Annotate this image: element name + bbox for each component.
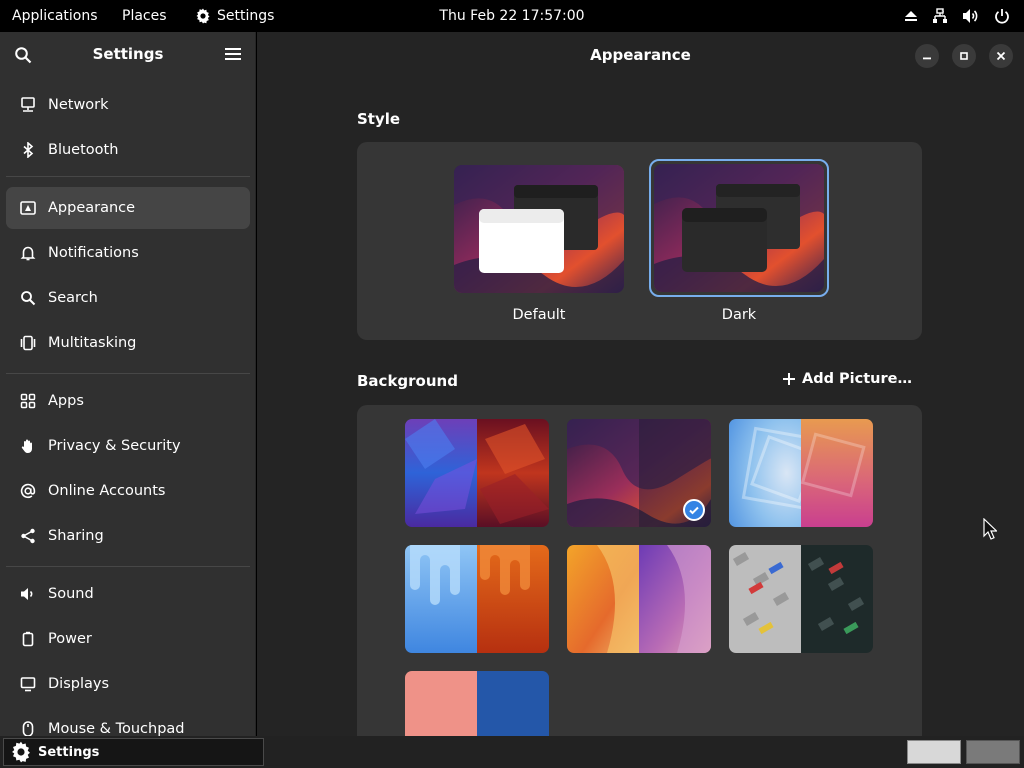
background-thumbnail[interactable] [405, 419, 549, 527]
sidebar-item-displays[interactable]: Displays [6, 663, 250, 705]
background-thumbnail[interactable] [729, 545, 873, 653]
sidebar-item-power[interactable]: Power [6, 618, 250, 660]
background-thumbnail[interactable] [729, 419, 873, 527]
sidebar-item-label: Privacy & Security [48, 438, 181, 454]
appearance-icon [18, 200, 38, 216]
gear-icon [12, 741, 30, 763]
sidebar-item-search[interactable]: Search [6, 277, 250, 319]
sidebar-item-label: Network [48, 97, 109, 113]
style-option-dark-label: Dark [721, 307, 757, 323]
style-option-dark[interactable] [654, 164, 824, 292]
close-button[interactable] [989, 44, 1013, 68]
system-tray[interactable]: ? [904, 0, 1010, 32]
sidebar: Settings Network Bluetooth Appearance No… [0, 32, 256, 736]
sidebar-item-multitasking[interactable]: Multitasking [6, 322, 250, 364]
background-thumbnail[interactable] [567, 545, 711, 653]
app-menu-label: Settings [217, 8, 275, 24]
sidebar-item-privacy[interactable]: Privacy & Security [6, 425, 250, 467]
eject-icon[interactable] [904, 9, 918, 23]
sidebar-item-sharing[interactable]: Sharing [6, 515, 250, 557]
sidebar-item-bluetooth[interactable]: Bluetooth [6, 129, 250, 171]
sidebar-item-label: Online Accounts [48, 483, 166, 499]
sidebar-item-label: Power [48, 631, 92, 647]
style-section-label: Style [357, 110, 401, 128]
mouse-cursor-icon [983, 518, 997, 540]
sidebar-item-label: Search [48, 290, 98, 306]
search-icon [18, 290, 38, 306]
style-card: Default Dark [357, 142, 922, 340]
display-icon [18, 676, 38, 692]
background-thumbnail-selected[interactable] [567, 419, 711, 527]
sidebar-item-label: Notifications [48, 245, 139, 261]
sidebar-item-label: Mouse & Touchpad [48, 721, 185, 736]
main-panel: Appearance Style Default Dark Background… [257, 32, 1024, 736]
background-card [357, 405, 922, 736]
sidebar-divider [6, 176, 250, 177]
sidebar-item-sound[interactable]: Sound [6, 573, 250, 615]
sidebar-item-online-accounts[interactable]: Online Accounts [6, 470, 250, 512]
speaker-icon [18, 586, 38, 602]
sidebar-title: Settings [92, 45, 164, 63]
taskbar: Settings [0, 736, 1024, 768]
background-thumbnail[interactable] [405, 545, 549, 653]
mouse-icon [18, 721, 38, 736]
sidebar-header: Settings [0, 32, 255, 78]
battery-icon [18, 631, 38, 647]
places-menu[interactable]: Places [122, 0, 167, 32]
sidebar-item-apps[interactable]: Apps [6, 380, 250, 422]
apps-icon [18, 393, 38, 409]
checkmark-icon [683, 499, 705, 521]
applications-menu[interactable]: Applications [12, 0, 98, 32]
top-bar: Applications Places Settings Thu Feb 22 … [0, 0, 1024, 32]
gear-icon [196, 8, 210, 24]
sidebar-item-label: Sound [48, 586, 94, 602]
background-section-label: Background [357, 372, 458, 390]
maximize-icon [960, 52, 968, 60]
sidebar-item-appearance[interactable]: Appearance [6, 187, 250, 229]
workspace-1[interactable] [907, 740, 961, 764]
at-icon [18, 483, 38, 499]
sidebar-divider [6, 373, 250, 374]
style-option-default[interactable] [454, 165, 624, 293]
background-thumbnail[interactable] [405, 671, 549, 736]
power-icon[interactable] [994, 8, 1010, 24]
bell-icon [18, 245, 38, 261]
sidebar-item-notifications[interactable]: Notifications [6, 232, 250, 274]
sidebar-item-label: Bluetooth [48, 142, 119, 158]
taskbar-window-button[interactable]: Settings [3, 738, 264, 766]
add-picture-label: Add Picture… [802, 371, 912, 387]
hand-icon [18, 438, 38, 454]
workspace-2[interactable] [966, 740, 1020, 764]
maximize-button[interactable] [952, 44, 976, 68]
sidebar-item-mouse-touchpad[interactable]: Mouse & Touchpad [6, 708, 250, 736]
bluetooth-icon [18, 142, 38, 158]
network-icon [18, 97, 38, 113]
share-icon [18, 528, 38, 544]
minimize-button[interactable] [915, 44, 939, 68]
multitasking-icon [18, 335, 38, 351]
sidebar-divider [6, 566, 250, 567]
network-wired-icon[interactable]: ? [932, 8, 948, 24]
sidebar-item-label: Appearance [48, 200, 136, 216]
hamburger-menu-icon[interactable] [225, 47, 241, 61]
add-picture-button[interactable]: Add Picture… [782, 371, 912, 387]
plus-icon [783, 373, 796, 385]
volume-icon[interactable] [962, 8, 980, 24]
minimize-icon [923, 57, 931, 60]
taskbar-window-label: Settings [38, 744, 100, 760]
sidebar-item-label: Apps [48, 393, 84, 409]
close-icon [996, 51, 1006, 61]
sidebar-item-label: Displays [48, 676, 110, 692]
svg-text:?: ? [941, 10, 944, 17]
app-menu-settings[interactable]: Settings [195, 0, 274, 32]
sidebar-item-network[interactable]: Network [6, 84, 250, 126]
sidebar-item-label: Sharing [48, 528, 104, 544]
style-option-default-label: Default [512, 307, 566, 323]
page-title: Appearance [590, 46, 691, 64]
sidebar-item-label: Multitasking [48, 335, 137, 351]
